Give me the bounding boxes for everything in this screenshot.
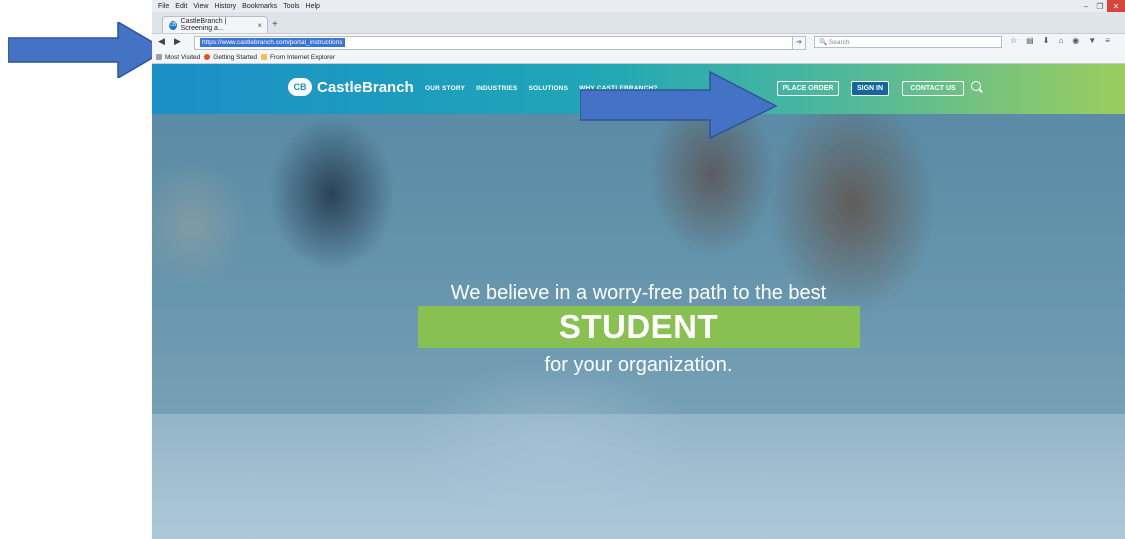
forward-arrow-icon[interactable]: ▶ <box>174 36 181 47</box>
cb-logo-icon: CB <box>288 78 312 96</box>
place-order-button[interactable]: PLACE ORDER <box>777 81 839 96</box>
folder-icon <box>261 54 268 60</box>
bookmark-label: Getting Started <box>213 53 258 61</box>
bookmark-from-ie[interactable]: From Internet Explorer <box>261 54 335 61</box>
menu-view[interactable]: View <box>193 3 208 10</box>
tab-close-icon[interactable]: × <box>257 21 262 30</box>
menu-edit[interactable]: Edit <box>175 3 187 10</box>
menu-history[interactable]: History <box>214 3 236 10</box>
pocket-icon[interactable]: ▼ <box>1088 36 1096 45</box>
bookmark-label: From Internet Explorer <box>270 53 336 61</box>
download-icon[interactable]: ⬇ <box>1043 36 1050 45</box>
go-arrow-icon[interactable]: ➔ <box>792 36 806 50</box>
search-input[interactable]: 🔍 Search <box>814 36 1002 48</box>
menu-hamburger-icon[interactable]: ≡ <box>1105 36 1110 45</box>
search-placeholder: Search <box>828 39 850 46</box>
url-input[interactable]: https://www.castlebranch.com/portal_inst… <box>194 36 806 50</box>
bookmark-star-icon[interactable]: ☆ <box>1010 36 1017 45</box>
logo-text: CastleBranch <box>317 78 414 96</box>
bookmarks-bar: Most Visited Getting Started From Intern… <box>152 51 1125 64</box>
castlebranch-logo[interactable]: CB CastleBranch <box>288 78 414 96</box>
hero-line-3: for your organization. <box>544 354 733 376</box>
menu-tools[interactable]: Tools <box>283 3 299 10</box>
menu-help[interactable]: Help <box>306 3 320 10</box>
hero-line-2: STUDENT <box>558 308 719 345</box>
nav-industries[interactable]: INDUSTRIES <box>476 85 517 92</box>
hero-banner: We believe in a worry-free path to the b… <box>152 114 1125 539</box>
hero-line-1: We believe in a worry-free path to the b… <box>450 282 827 304</box>
tab-bar: CB CastleBranch | Screening a... × + <box>152 12 1125 33</box>
toolbar-icons: ☆ ▤ ⬇ ⌂ ◉ ▼ ≡ <box>1010 36 1110 45</box>
menu-file[interactable]: File <box>158 3 169 10</box>
bookmark-label: Most Visited <box>165 53 201 61</box>
window-controls: – ❐ ✕ <box>1079 0 1125 12</box>
nav-our-story[interactable]: OUR STORY <box>425 85 465 92</box>
sync-icon[interactable]: ◉ <box>1072 36 1079 45</box>
url-text: https://www.castlebranch.com/portal_inst… <box>200 38 345 47</box>
nav-solutions[interactable]: SOLUTIONS <box>528 85 568 92</box>
minimize-button[interactable]: – <box>1079 0 1093 12</box>
annotation-arrow-place-order <box>580 70 778 140</box>
tab-castlebranch[interactable]: CB CastleBranch | Screening a... × <box>162 16 268 33</box>
bookmark-most-visited[interactable]: Most Visited <box>156 54 200 61</box>
contact-us-button[interactable]: CONTACT US <box>902 81 964 96</box>
home-icon[interactable]: ⌂ <box>1058 36 1063 45</box>
menu-bar: File Edit View History Bookmarks Tools H… <box>152 0 1125 12</box>
navigation-bar: ◀ ▶ https://www.castlebranch.com/portal_… <box>152 33 1125 51</box>
tab-title: CastleBranch | Screening a... <box>180 18 227 32</box>
search-icon[interactable] <box>971 81 981 91</box>
bookmark-getting-started[interactable]: Getting Started <box>204 54 257 61</box>
annotation-arrow-url <box>8 22 168 78</box>
new-tab-plus-icon[interactable]: + <box>272 19 278 30</box>
firefox-icon <box>204 54 211 60</box>
restore-button[interactable]: ❐ <box>1093 0 1107 12</box>
close-window-button[interactable]: ✕ <box>1107 0 1125 12</box>
castlebranch-favicon-icon: CB <box>169 20 177 30</box>
back-arrow-icon[interactable]: ◀ <box>158 36 165 47</box>
sign-in-button[interactable]: SIGN IN <box>851 81 889 96</box>
reading-list-icon[interactable]: ▤ <box>1026 36 1034 45</box>
menu-bookmarks[interactable]: Bookmarks <box>242 3 277 10</box>
folder-icon <box>156 54 162 60</box>
